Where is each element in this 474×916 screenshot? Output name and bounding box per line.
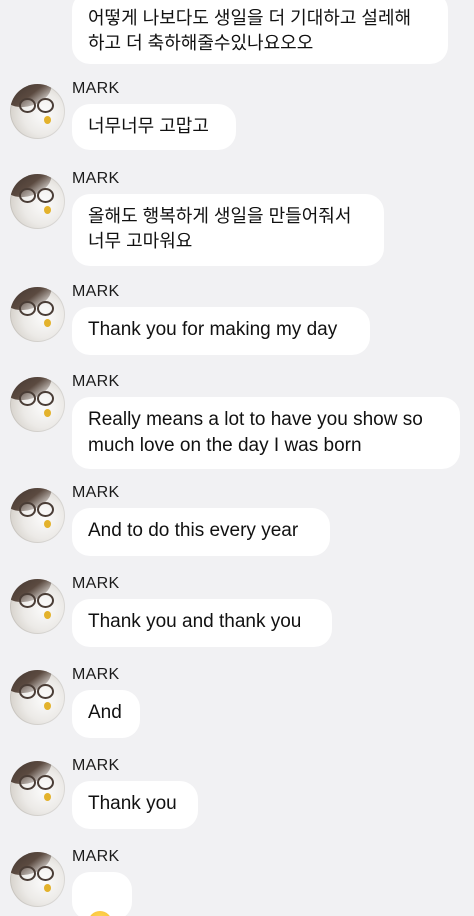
avatar-nose <box>44 116 51 124</box>
avatar-glasses-left <box>19 502 36 517</box>
message-bubble[interactable]: Thank you <box>72 781 198 829</box>
chat-thread[interactable]: 어떻게 나보다도 생일을 더 기대하고 설레해 하고 더 축하해줄수있나요오오 … <box>0 0 474 916</box>
avatar[interactable] <box>10 174 65 229</box>
avatar-glasses-right <box>37 98 54 113</box>
message-bubble[interactable]: Really means a lot to have you show so m… <box>72 397 460 469</box>
sender-name: MARK <box>72 80 120 97</box>
avatar[interactable] <box>10 761 65 816</box>
avatar-glasses-right <box>37 301 54 316</box>
sender-name: MARK <box>72 373 120 390</box>
message-bubble[interactable] <box>72 872 132 916</box>
sender-name: MARK <box>72 484 120 501</box>
message-bubble[interactable]: Thank you for making my day <box>72 307 370 355</box>
avatar-glasses-left <box>19 593 36 608</box>
sender-name: MARK <box>72 575 120 592</box>
sender-name: MARK <box>72 283 120 300</box>
avatar-glasses-right <box>37 391 54 406</box>
avatar-glasses-left <box>19 301 36 316</box>
avatar-nose <box>44 206 51 214</box>
message-bubble[interactable]: Thank you and thank you <box>72 599 332 647</box>
message-bubble[interactable]: 올해도 행복하게 생일을 만들어줘서 너무 고마워요 <box>72 194 384 266</box>
avatar-glasses-right <box>37 188 54 203</box>
message-bubble[interactable]: 어떻게 나보다도 생일을 더 기대하고 설레해 하고 더 축하해줄수있나요오오 <box>72 0 448 64</box>
avatar-nose <box>44 409 51 417</box>
avatar-nose <box>44 702 51 710</box>
avatar-nose <box>44 611 51 619</box>
avatar-glasses-left <box>19 98 36 113</box>
avatar-nose <box>44 793 51 801</box>
avatar[interactable] <box>10 670 65 725</box>
avatar-glasses-left <box>19 188 36 203</box>
sender-name: MARK <box>72 848 120 865</box>
message-bubble[interactable]: 너무너무 고맙고 <box>72 104 236 150</box>
avatar-glasses-left <box>19 684 36 699</box>
avatar-glasses-right <box>37 502 54 517</box>
avatar-nose <box>44 884 51 892</box>
avatar[interactable] <box>10 852 65 907</box>
avatar[interactable] <box>10 84 65 139</box>
avatar[interactable] <box>10 287 65 342</box>
avatar[interactable] <box>10 579 65 634</box>
avatar-glasses-left <box>19 866 36 881</box>
sender-name: MARK <box>72 666 120 683</box>
avatar-glasses-left <box>19 775 36 790</box>
avatar-glasses-left <box>19 391 36 406</box>
avatar-nose <box>44 520 51 528</box>
avatar-nose <box>44 319 51 327</box>
avatar-glasses-right <box>37 775 54 790</box>
sender-name: MARK <box>72 757 120 774</box>
heart-eyes-emoji-icon <box>88 910 112 916</box>
avatar-glasses-right <box>37 593 54 608</box>
avatar[interactable] <box>10 488 65 543</box>
avatar-glasses-right <box>37 866 54 881</box>
message-bubble[interactable]: And <box>72 690 140 738</box>
message-bubble[interactable]: And to do this every year <box>72 508 330 556</box>
avatar[interactable] <box>10 377 65 432</box>
avatar-glasses-right <box>37 684 54 699</box>
sender-name: MARK <box>72 170 120 187</box>
